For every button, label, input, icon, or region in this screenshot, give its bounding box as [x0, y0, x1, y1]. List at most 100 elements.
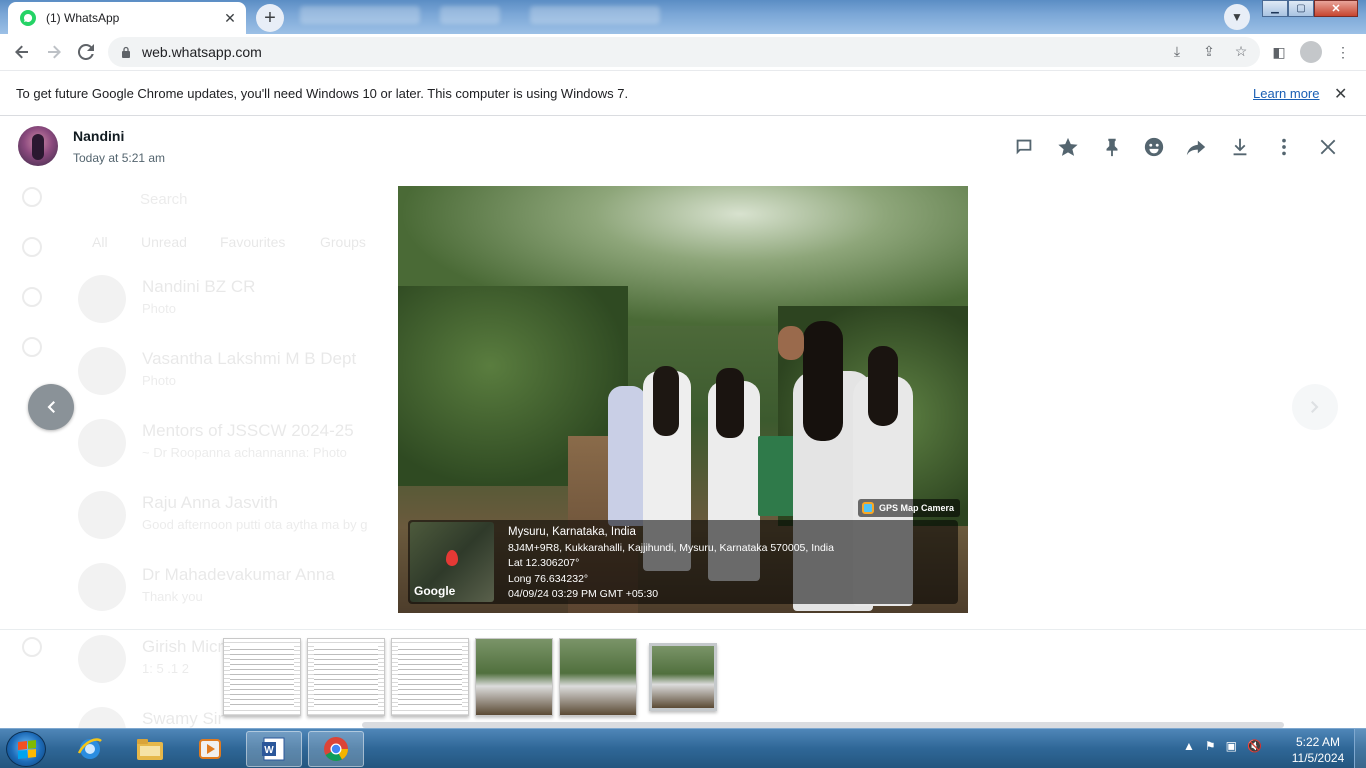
clock-time: 5:22 AM — [1295, 735, 1341, 749]
infobar-close-icon[interactable]: ✕ — [1334, 84, 1347, 104]
chat-name: Vasantha Lakshmi M B Dept — [142, 349, 357, 368]
new-tab-button[interactable]: + — [256, 4, 284, 32]
bookmark-star-icon[interactable]: ☆ — [1232, 42, 1250, 60]
menu-icon[interactable] — [1271, 134, 1297, 160]
install-app-icon[interactable]: ⤓ — [1168, 42, 1186, 60]
tab-strip: (1) WhatsApp ✕ + ▼ ▁ ▢ ✕ — [0, 0, 1366, 34]
gps-camera-logo-icon — [862, 502, 874, 514]
window-close-button[interactable]: ✕ — [1314, 0, 1358, 17]
photo-face — [778, 326, 804, 360]
chat-preview: Photo — [142, 301, 176, 316]
reply-icon[interactable] — [1011, 134, 1037, 160]
chat-preview: Good afternoon putti ota aytha ma by g — [142, 517, 368, 532]
communities-icon — [22, 287, 42, 307]
media-player-icon — [199, 739, 221, 759]
show-hidden-icons-icon[interactable]: ▲ — [1183, 739, 1195, 753]
show-desktop-button[interactable] — [1354, 729, 1366, 768]
chat-preview: Thank you — [142, 589, 203, 604]
browser-toolbar: web.whatsapp.com ⤓ ⇪ ☆ ◧ ⋮ — [0, 34, 1366, 70]
chat-preview: Photo — [142, 373, 176, 388]
forward-icon[interactable] — [1183, 134, 1209, 160]
photo-hair — [716, 368, 744, 438]
google-logo: Google — [414, 584, 456, 598]
lock-icon — [122, 46, 130, 58]
folder-icon — [137, 739, 163, 760]
infobar-message: To get future Google Chrome updates, you… — [16, 86, 629, 101]
svg-text:W: W — [264, 745, 274, 756]
gps-map-thumbnail: Google — [410, 522, 494, 602]
taskbar: W ▲ ⚑ ▣ 🔇 5:22 AM 11/5/2024 — [0, 728, 1366, 768]
windows-logo-icon — [18, 740, 36, 759]
clock-date: 11/5/2024 — [1291, 751, 1345, 765]
avatar — [18, 126, 58, 166]
network-icon[interactable]: ▣ — [1226, 739, 1237, 753]
action-center-flag-icon[interactable]: ⚑ — [1205, 739, 1216, 753]
tab-search-button[interactable]: ▼ — [1224, 4, 1250, 30]
avatar — [78, 275, 126, 323]
word-icon: W — [262, 737, 285, 761]
reload-icon — [78, 44, 94, 60]
gps-long: Long 76.634232° — [508, 573, 589, 585]
chat-name: Dr Mahadevakumar Anna — [142, 565, 335, 584]
reload-button[interactable] — [72, 38, 100, 66]
blurred-window-area — [300, 6, 420, 24]
whatsapp-icon — [20, 10, 36, 26]
filter-unread: Unread — [141, 234, 187, 250]
star-icon[interactable] — [1055, 134, 1081, 160]
media-thumbnail[interactable] — [475, 638, 553, 716]
media-photo[interactable]: GPS Map Camera Google Mysuru, Karnataka,… — [398, 186, 968, 613]
media-thumbnail[interactable] — [307, 638, 385, 716]
taskbar-media-player[interactable] — [182, 731, 238, 767]
media-thumbnail[interactable] — [559, 638, 637, 716]
learn-more-link[interactable]: Learn more — [1253, 86, 1319, 101]
chat-name: Raju Anna Jasvith — [142, 493, 279, 512]
volume-icon[interactable]: 🔇 — [1247, 739, 1262, 753]
maximize-button[interactable]: ▢ — [1288, 0, 1314, 17]
tab-whatsapp[interactable]: (1) WhatsApp ✕ — [8, 2, 246, 34]
media-thumbnail[interactable] — [223, 638, 301, 716]
blurred-window-area — [440, 6, 500, 24]
media-thumbnail[interactable] — [391, 638, 469, 716]
url-text: web.whatsapp.com — [142, 44, 262, 60]
avatar — [78, 347, 126, 395]
chrome-icon — [324, 737, 348, 762]
side-panel-icon[interactable]: ◧ — [1270, 43, 1288, 61]
map-pin-icon — [446, 550, 458, 566]
gps-datetime: 04/09/24 03:29 PM GMT +05:30 — [508, 588, 659, 600]
channels-icon — [22, 237, 42, 257]
minimize-button[interactable]: ▁ — [1262, 0, 1288, 17]
forward-button[interactable] — [40, 38, 68, 66]
taskbar-internet-explorer[interactable] — [62, 731, 118, 767]
emoji-icon[interactable] — [1141, 134, 1167, 160]
status-icon — [22, 187, 42, 207]
back-button[interactable] — [8, 38, 36, 66]
gps-lat: Lat 12.306207° — [508, 557, 580, 569]
taskbar-word[interactable]: W — [246, 731, 302, 767]
meta-ai-icon — [22, 337, 42, 357]
chat-name: Nandini BZ CR — [142, 277, 256, 296]
taskbar-chrome[interactable] — [308, 731, 364, 767]
taskbar-file-explorer[interactable] — [122, 731, 178, 767]
blurred-window-area — [530, 6, 660, 24]
tab-close-icon[interactable]: ✕ — [220, 8, 240, 28]
avatar — [78, 563, 126, 611]
close-icon[interactable] — [1315, 134, 1341, 160]
previous-media-button[interactable] — [28, 384, 74, 430]
media-thumbnail-selected[interactable] — [649, 643, 717, 711]
gps-camera-label: GPS Map Camera — [879, 503, 955, 513]
photo-hair — [803, 321, 843, 441]
sender-time: Today at 5:21 am — [73, 151, 166, 165]
start-button[interactable] — [6, 731, 46, 767]
share-icon[interactable]: ⇪ — [1200, 42, 1218, 60]
filter-all: All — [92, 234, 108, 250]
profile-avatar-icon[interactable] — [1300, 41, 1322, 63]
pin-icon[interactable] — [1099, 134, 1125, 160]
gps-camera-badge: GPS Map Camera — [858, 499, 961, 517]
download-icon[interactable] — [1227, 134, 1253, 160]
gps-overlay: Google Mysuru, Karnataka, India 8J4M+9R8… — [408, 520, 958, 604]
chrome-menu-icon[interactable]: ⋮ — [1334, 43, 1352, 61]
sender-name: Nandini — [73, 128, 125, 144]
next-media-button[interactable] — [1292, 384, 1338, 430]
taskbar-clock[interactable]: 5:22 AM 11/5/2024 — [1288, 734, 1348, 766]
address-bar[interactable]: web.whatsapp.com ⤓ ⇪ ☆ — [108, 37, 1260, 67]
